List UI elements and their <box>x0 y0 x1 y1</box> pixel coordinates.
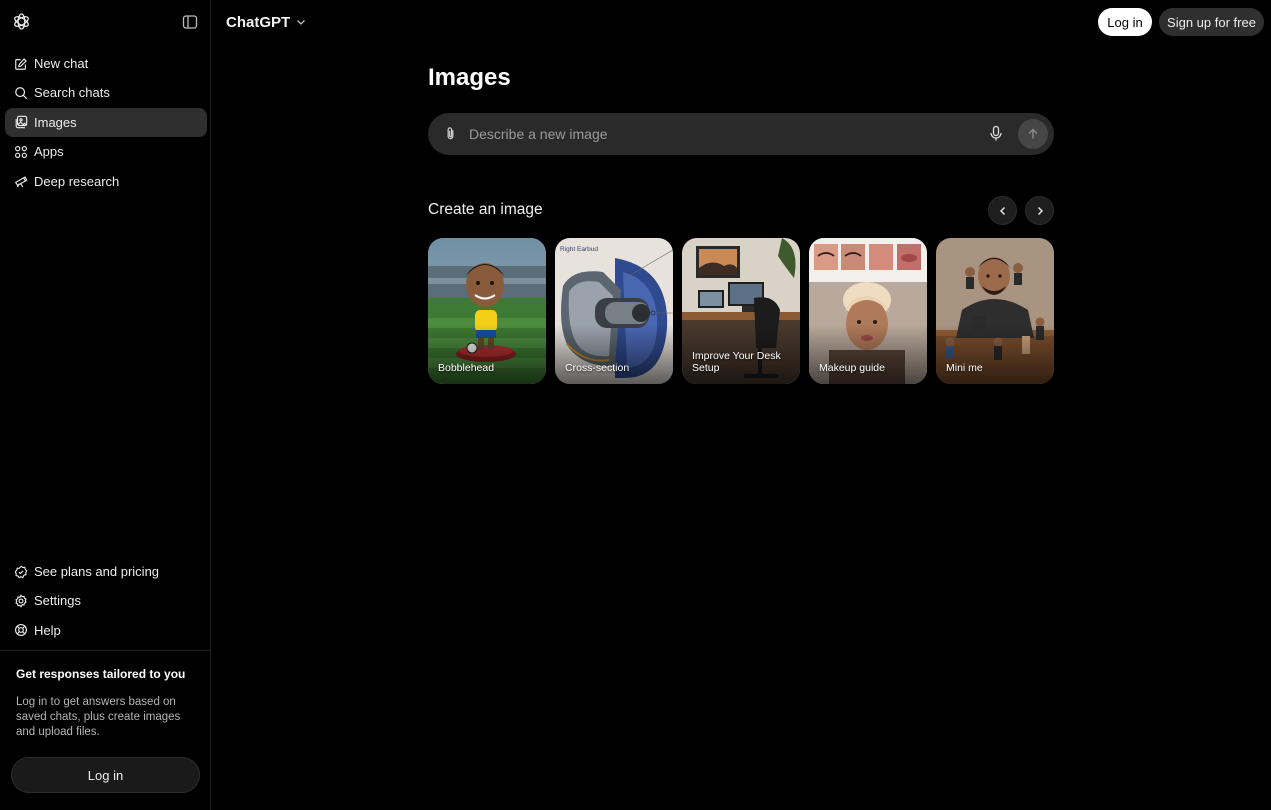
edit-icon <box>15 57 27 70</box>
card-label: Improve Your Desk Setup <box>692 350 781 374</box>
images-icon <box>15 116 28 129</box>
app-window: New chat Search chats Images Apps Deep r… <box>0 0 1271 810</box>
chevron-left-icon <box>999 206 1005 215</box>
sidebar: New chat Search chats Images Apps Deep r… <box>0 0 211 810</box>
image-prompt-box <box>428 113 1054 155</box>
model-label: ChatGPT <box>226 13 291 31</box>
section-title: Create an image <box>428 201 543 218</box>
card-label: Bobblehead <box>438 362 495 374</box>
sidebar-toggle-icon[interactable] <box>182 14 198 30</box>
image-card-makeup-guide[interactable]: Makeup guide <box>809 238 927 384</box>
sidebar-item-label: Help <box>34 622 61 638</box>
sidebar-login-button[interactable]: Log in <box>11 757 200 793</box>
card-label: Mini me <box>946 362 983 374</box>
image-card-cross-section[interactable]: Right Earbud Cross-section <box>555 238 673 384</box>
card-shade <box>809 324 927 384</box>
card-label: Cross-section <box>565 362 630 374</box>
paperclip-icon[interactable] <box>443 126 458 141</box>
promo-title: Get responses tailored to you <box>16 667 186 681</box>
sidebar-item-label: See plans and pricing <box>34 564 160 579</box>
sidebar-item-label: Deep research <box>34 173 120 189</box>
promo-text: Log in to get answers based on saved cha… <box>16 696 181 738</box>
card-shade <box>428 324 546 384</box>
carousel-next-button[interactable] <box>1025 196 1054 225</box>
card-inset-text: Right Earbud <box>560 246 598 253</box>
sidebar-item-apps[interactable]: Apps <box>5 137 207 166</box>
sidebar-item-label: New chat <box>34 56 89 71</box>
arrow-up-icon <box>1028 128 1038 139</box>
help-icon <box>15 624 27 637</box>
image-suggestion-carousel: Bobblehead Right Earbud Cross-section Im… <box>428 238 1055 384</box>
carousel-prev-button[interactable] <box>988 196 1017 225</box>
plans-icon <box>14 565 28 579</box>
login-promo: Get responses tailored to you Log in to … <box>16 667 196 740</box>
sidebar-item-settings[interactable]: Settings <box>5 586 207 615</box>
search-icon <box>15 87 28 100</box>
sidebar-item-label: Apps <box>34 144 64 160</box>
image-card-desk-setup[interactable]: Improve Your Desk Setup <box>682 238 800 384</box>
chevron-right-icon <box>1037 206 1043 215</box>
openai-logo-icon[interactable] <box>12 12 31 31</box>
page-title: Images <box>428 64 511 91</box>
image-card-bobblehead[interactable]: Bobblehead <box>428 238 546 384</box>
telescope-icon <box>14 176 28 188</box>
image-prompt-input[interactable] <box>469 113 969 155</box>
sidebar-item-label: Search chats <box>34 85 110 101</box>
sidebar-bottom-nav: See plans and pricing Settings Help <box>5 557 207 645</box>
send-button[interactable] <box>1018 119 1048 149</box>
sidebar-item-new-chat[interactable]: New chat <box>5 49 207 78</box>
image-card-mini-me[interactable]: Mini me <box>936 238 1054 384</box>
model-selector[interactable]: ChatGPT <box>226 12 306 32</box>
sidebar-item-search-chats[interactable]: Search chats <box>5 78 207 107</box>
sidebar-item-plans[interactable]: See plans and pricing <box>5 557 207 586</box>
sidebar-item-label: Images <box>34 114 77 130</box>
sidebar-item-deep-research[interactable]: Deep research <box>5 167 207 196</box>
sidebar-divider <box>0 650 211 651</box>
chevron-down-icon <box>297 20 306 25</box>
card-label: Makeup guide <box>819 362 885 374</box>
signup-button[interactable]: Sign up for free <box>1159 8 1264 36</box>
sidebar-item-label: Settings <box>34 593 81 609</box>
gear-icon <box>15 594 27 608</box>
login-button[interactable]: Log in <box>1098 8 1152 36</box>
sidebar-item-help[interactable]: Help <box>5 616 207 645</box>
card-shade <box>936 324 1054 384</box>
sidebar-nav: New chat Search chats Images Apps Deep r… <box>5 49 207 196</box>
sidebar-item-images[interactable]: Images <box>5 107 207 137</box>
microphone-icon[interactable] <box>988 125 1004 142</box>
apps-icon <box>15 145 27 158</box>
card-shade <box>555 324 673 384</box>
